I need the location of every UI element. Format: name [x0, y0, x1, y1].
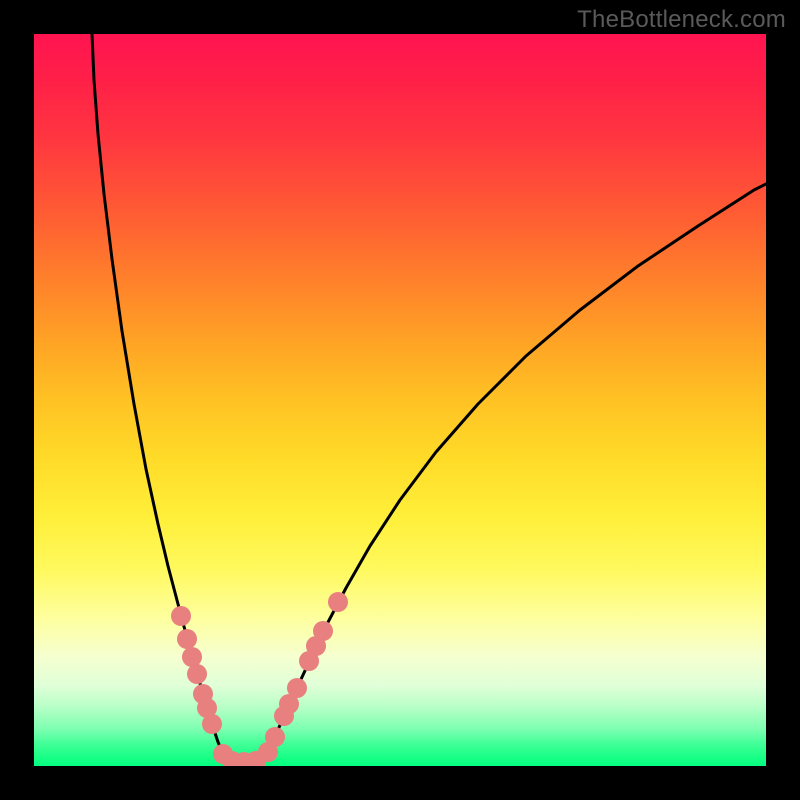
- marker-dot: [182, 647, 202, 667]
- series-right-branch: [262, 184, 766, 764]
- marker-dot: [287, 678, 307, 698]
- marker-dot: [202, 714, 222, 734]
- marker-dot: [265, 727, 285, 747]
- plot-area: [34, 34, 766, 766]
- marker-dot: [177, 629, 197, 649]
- watermark-text: TheBottleneck.com: [577, 6, 786, 34]
- marker-dot: [328, 592, 348, 612]
- marker-dot: [313, 621, 333, 641]
- series-left-branch: [92, 34, 227, 764]
- curve-layer: [34, 34, 766, 766]
- outer-frame: TheBottleneck.com: [0, 0, 800, 800]
- scatter-dots: [171, 592, 348, 766]
- marker-dot: [171, 606, 191, 626]
- marker-dot: [187, 664, 207, 684]
